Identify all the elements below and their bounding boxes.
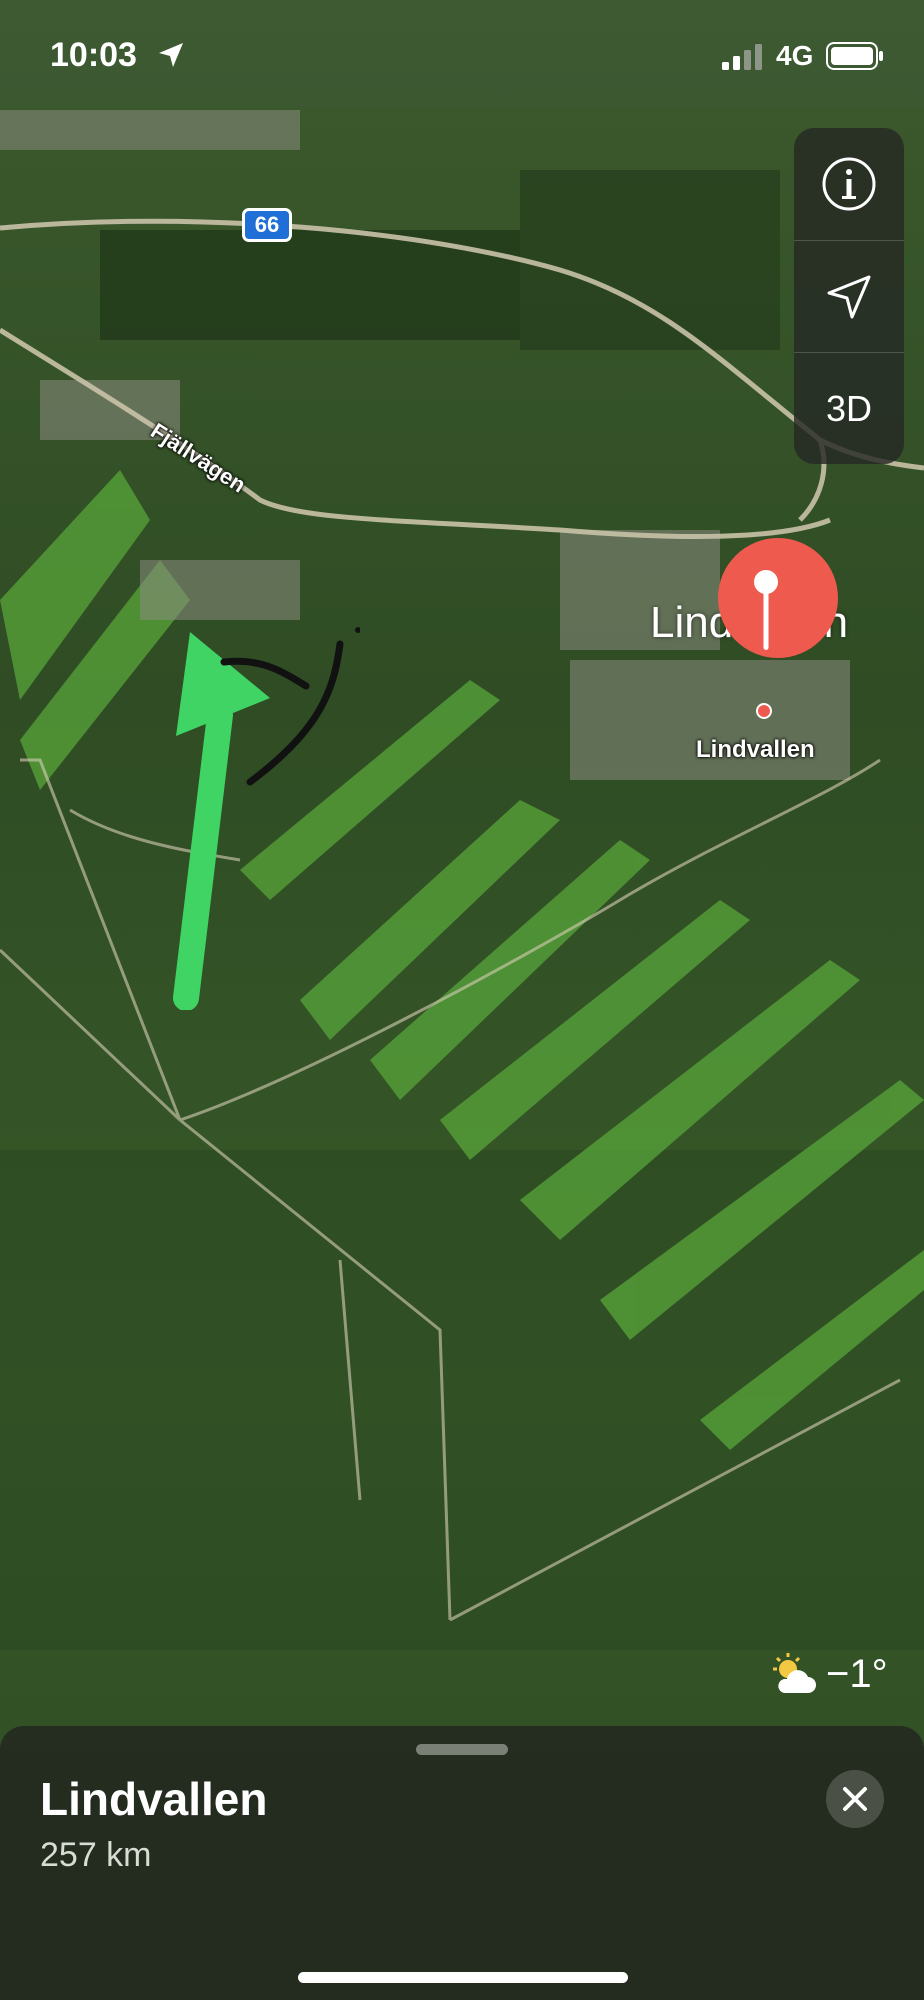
navigation-arrow-icon	[827, 275, 871, 319]
map-controls: 3D	[794, 128, 904, 464]
home-indicator[interactable]	[298, 1972, 628, 1983]
info-button[interactable]	[794, 128, 904, 240]
info-icon	[822, 157, 876, 211]
place-title: Lindvallen	[40, 1773, 268, 1825]
location-arrow-icon	[159, 43, 183, 67]
view-3d-button[interactable]: 3D	[794, 352, 904, 465]
map-pin-icon[interactable]	[716, 536, 840, 726]
battery-icon	[826, 42, 883, 70]
status-time: 10:03	[50, 36, 137, 74]
close-icon	[843, 1787, 867, 1811]
pin-label: Lindvallen	[696, 736, 815, 763]
sheet-grabber[interactable]	[416, 1744, 508, 1755]
temperature: −1°	[826, 1651, 888, 1696]
black-scribble-icon	[220, 627, 360, 786]
locate-button[interactable]	[794, 240, 904, 353]
close-button[interactable]	[826, 1770, 884, 1828]
network-type: 4G	[776, 40, 814, 71]
weather-chip: −1°	[770, 1644, 904, 1704]
status-bar: 10:03 4G	[0, 0, 924, 108]
route-66-shield: 66	[242, 208, 292, 242]
place-distance: 257 km	[40, 1836, 152, 1874]
partly-sunny-icon	[773, 1653, 816, 1693]
signal-bars-icon	[722, 44, 762, 70]
place-sheet[interactable]: Lindvallen 257 km	[0, 1726, 924, 2000]
